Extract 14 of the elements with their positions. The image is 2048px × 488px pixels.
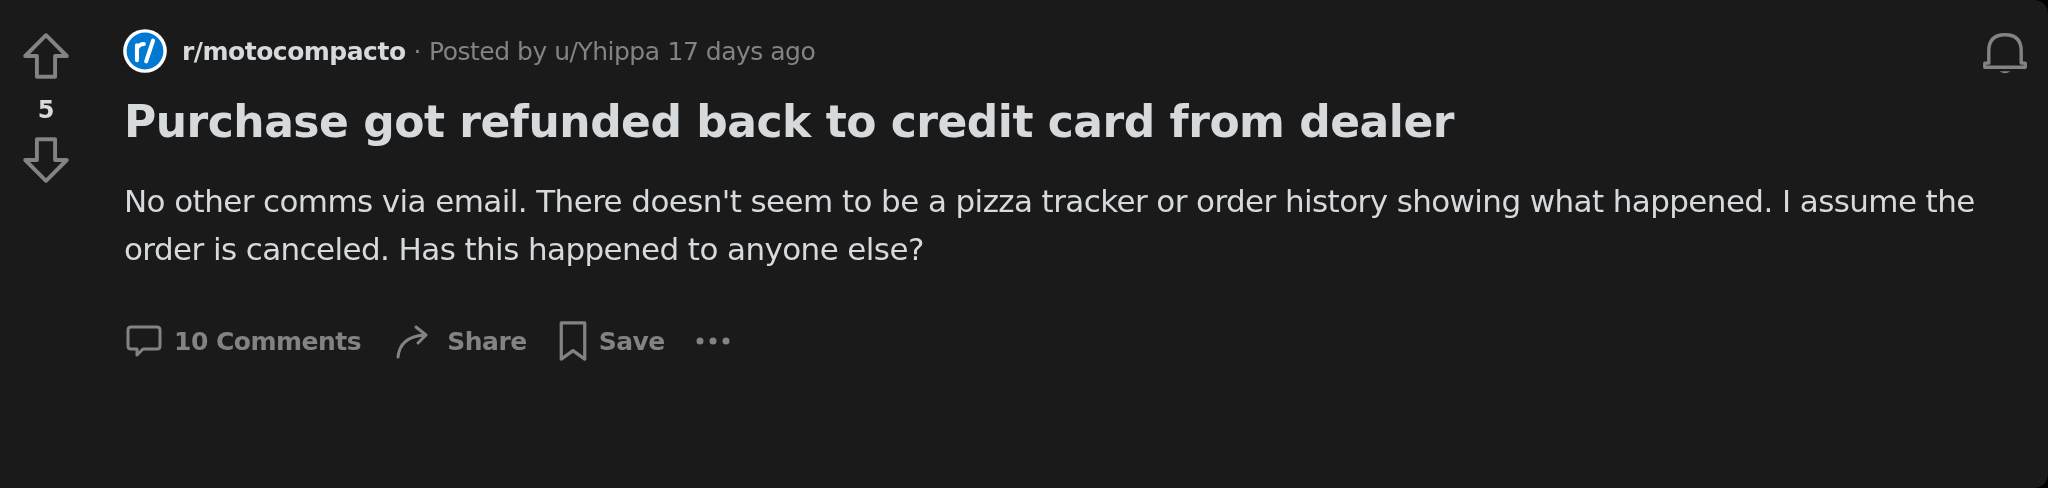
- upvote-icon[interactable]: [20, 30, 72, 82]
- ellipsis-icon: [694, 336, 731, 346]
- post-title[interactable]: Purchase got refunded back to credit card from dealer: [124, 96, 2004, 147]
- subreddit-avatar-icon[interactable]: [122, 28, 168, 74]
- downvote-icon[interactable]: [20, 134, 72, 186]
- vote-score: 5: [37, 96, 55, 124]
- posted-by-text[interactable]: Posted by u/Yhippa: [429, 36, 660, 66]
- post-time: 17 days ago: [667, 36, 816, 66]
- share-button[interactable]: Share: [383, 315, 535, 367]
- save-button[interactable]: Save: [548, 313, 673, 369]
- separator-dot: ·: [413, 36, 422, 66]
- comments-button[interactable]: 10 Comments: [116, 315, 370, 367]
- subreddit-link[interactable]: r/motocompacto: [182, 36, 406, 66]
- post-body: No other comms via email. There doesn't seem to be a pizza tracker or order history showing what happened. I assume the order is canceled. Has this happened to anyone else?: [124, 182, 1976, 269]
